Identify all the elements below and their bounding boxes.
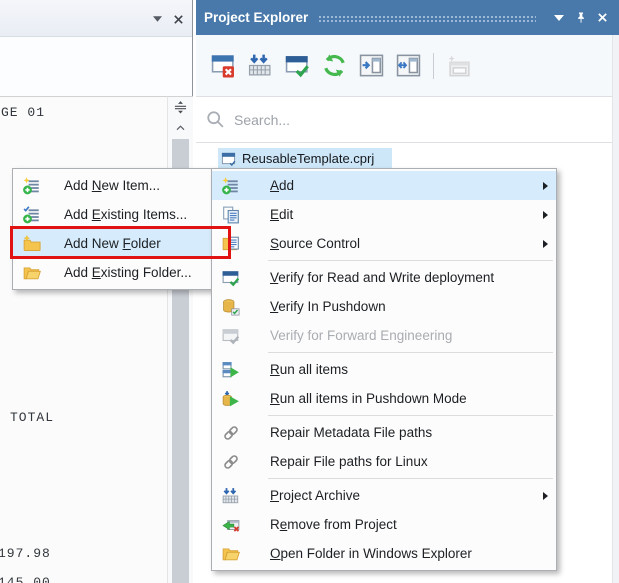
report-text-line: TOTAL [10,410,54,425]
source-control-icon [221,234,241,254]
scroll-up-icon[interactable] [168,119,193,135]
submenu-arrow-icon [543,182,548,190]
add-existing-items-icon [22,205,42,225]
menu-item-add-existing-items[interactable]: Add Existing Items... [13,200,230,229]
menu-item-label: Open Folder in Windows Explorer [270,546,548,561]
edit-copy-icon [221,205,241,225]
tree-scrollbar-track[interactable] [612,35,619,583]
link-icon [221,452,241,472]
add-item-icon [221,176,241,196]
document-panel-titlebar[interactable] [0,0,192,37]
menu-item-repair-file-paths-for-linux[interactable]: Repair File paths for Linux [212,447,556,476]
existing-folder-icon [22,263,42,283]
add-new-item-icon [22,176,42,196]
menu-item-remove-from-project[interactable]: Remove from Project [212,510,556,539]
menu-item-label: Add Existing Folder... [64,265,222,280]
project-explorer-titlebar[interactable]: Project Explorer [196,0,619,35]
menu-item-verify-in-pushdown[interactable]: Verify In Pushdown [212,292,556,321]
tree-item-label: ReusableTemplate.cprj [242,151,374,166]
new-folder-icon [22,234,42,254]
menu-separator [268,478,553,479]
report-text-line: 197.98 [0,546,51,561]
menu-item-run-all-items[interactable]: Run all items [212,355,556,384]
submenu-arrow-icon [543,211,548,219]
menu-item-label: Repair Metadata File paths [270,425,548,440]
menu-separator [268,352,553,353]
menu-item-verify-for-read-and-write-deployment[interactable]: Verify for Read and Write deployment [212,263,556,292]
chevron-down-icon[interactable] [148,10,166,28]
verify-window-icon[interactable] [282,51,312,81]
chevron-down-icon[interactable] [549,8,568,27]
menu-item-label: Verify for Forward Engineering [270,328,548,343]
report-text-line: 145.00 [0,575,51,583]
menu-item-label: Add New Folder [64,236,222,251]
menu-item-label: Add New Item... [64,178,222,193]
open-all-items-icon[interactable] [393,51,423,81]
tree-item-reusabletemplate[interactable]: ReusableTemplate.cprj [218,148,392,169]
pushdown-db-icon [221,297,241,317]
close-project-icon[interactable] [208,51,238,81]
project-archive-icon[interactable] [245,51,275,81]
menu-item-label: Repair File paths for Linux [270,454,548,469]
project-archive-icon [221,486,241,506]
menu-separator [268,260,553,261]
menu-item-label: Verify for Read and Write deployment [270,270,548,285]
split-handle-icon[interactable] [168,97,193,119]
menu-item-repair-metadata-file-paths[interactable]: Repair Metadata File paths [212,418,556,447]
titlebar-drag-texture [318,15,536,22]
search-input[interactable]: Search... [196,96,612,143]
menu-item-label: Run all items in Pushdown Mode [270,391,548,406]
report-text-line: GE 01 [1,105,45,120]
panel-title: Project Explorer [204,10,308,25]
menu-item-project-archive[interactable]: Project Archive [212,481,556,510]
menu-item-label: Add [270,178,537,193]
menu-item-add-existing-folder[interactable]: Add Existing Folder... [13,258,230,287]
menu-item-edit[interactable]: Edit [212,200,556,229]
verify-disabled-icon [221,326,241,346]
project-explorer-toolbar [196,35,612,96]
menu-item-add-new-item[interactable]: Add New Item... [13,171,230,200]
menu-item-label: Remove from Project [270,517,548,532]
run-items-icon [221,360,241,380]
menu-item-label: Add Existing Items... [64,207,222,222]
menu-item-label: Run all items [270,362,548,377]
submenu-arrow-icon [543,240,548,248]
add-submenu: Add New Item... Add Existing Items... Add … [12,168,231,290]
new-item-disabled-icon [444,51,474,81]
menu-item-run-all-items-in-pushdown-mode[interactable]: Run all items in Pushdown Mode [212,384,556,413]
project-file-icon [221,151,242,166]
open-item-icon[interactable] [356,51,386,81]
menu-item-label: Verify In Pushdown [270,299,548,314]
run-pushdown-icon [221,389,241,409]
verify-window-icon [221,268,241,288]
document-panel-toolbar-area [0,37,192,96]
search-icon [206,110,225,129]
close-icon[interactable] [593,8,612,27]
submenu-arrow-icon [543,492,548,500]
menu-item-label: Edit [270,207,537,222]
toolbar-separator [433,53,434,79]
close-icon[interactable] [169,10,187,28]
menu-item-verify-for-forward-engineering: Verify for Forward Engineering [212,321,556,350]
pin-icon[interactable] [571,8,590,27]
menu-item-label: Source Control [270,236,537,251]
menu-item-source-control[interactable]: Source Control [212,229,556,258]
remove-from-project-icon [221,515,241,535]
open-folder-icon [221,544,241,564]
screenshot-stage: GE 01 TOTAL 197.98 145.00 Project Explor… [0,0,619,583]
document-panel: GE 01 TOTAL 197.98 145.00 [0,0,193,583]
menu-item-add[interactable]: Add [212,171,556,200]
menu-separator [268,415,553,416]
menu-item-label: Project Archive [270,488,537,503]
search-placeholder: Search... [234,112,290,128]
menu-item-add-new-folder[interactable]: Add New Folder [13,229,230,258]
link-icon [221,423,241,443]
context-menu: Add Edit Source Control Verify for Read and… [211,168,557,571]
refresh-icon[interactable] [319,51,349,81]
menu-item-open-folder-in-windows-explorer[interactable]: Open Folder in Windows Explorer [212,539,556,568]
